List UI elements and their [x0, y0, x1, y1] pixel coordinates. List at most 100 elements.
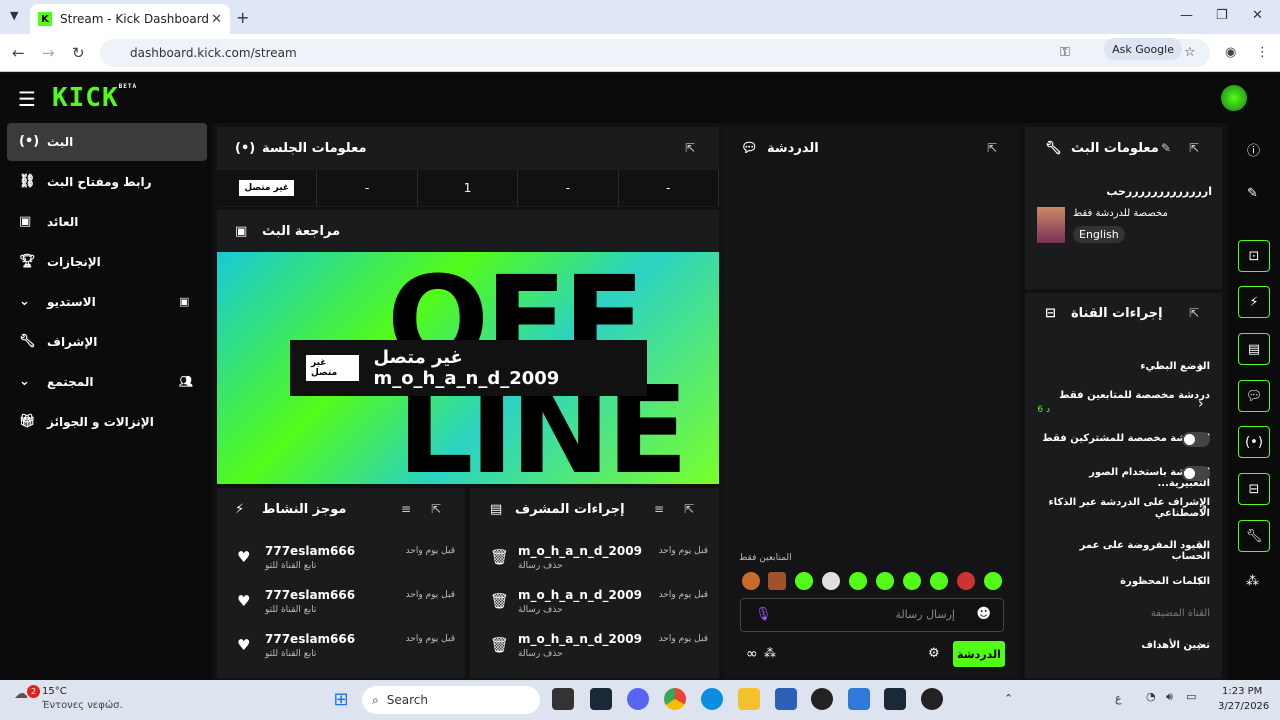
- hamburger-menu-icon[interactable]: ☰: [18, 87, 36, 111]
- sidebar-item-stream[interactable]: (•) البث: [7, 123, 207, 161]
- bookmark-star-icon[interactable]: ☆: [1184, 45, 1196, 60]
- sidebar-item-studio[interactable]: ⌄ الاستديو ▣: [7, 283, 207, 321]
- popout-icon[interactable]: ⇱: [684, 502, 694, 516]
- reload-icon[interactable]: ↻: [72, 44, 85, 62]
- chat-input[interactable]: 🎙︎ إرسال رسالة ☻: [740, 598, 1004, 632]
- account-age-row[interactable]: القيود المفروضة على عمر الحساب: [1038, 540, 1210, 562]
- filter-icon[interactable]: ≡: [654, 502, 664, 516]
- ai-moderation-row[interactable]: الإشراف على الدردشة عبر الذكاء الاصطناعي: [1038, 497, 1210, 519]
- sidebar-item-revenue[interactable]: ▣ العائد: [7, 203, 207, 241]
- subscribers-only-toggle[interactable]: [1182, 432, 1210, 447]
- minimize-icon[interactable]: —: [1180, 8, 1193, 23]
- outlook-icon[interactable]: [848, 688, 870, 710]
- discord-icon[interactable]: [627, 688, 649, 710]
- emote-icon[interactable]: [957, 572, 975, 590]
- key-icon[interactable]: ⚿: [1060, 45, 1070, 60]
- close-window-icon[interactable]: ✕: [1252, 8, 1263, 23]
- dell-icon[interactable]: [811, 688, 833, 710]
- emote-icon[interactable]: [903, 572, 921, 590]
- chevron-up-icon[interactable]: ⌃: [1004, 692, 1013, 705]
- banned-words-row[interactable]: الكلمات المحظورة: [1038, 576, 1210, 587]
- profile-icon[interactable]: ◉: [1225, 45, 1236, 60]
- menu-dots-icon[interactable]: ⋮: [1256, 45, 1269, 60]
- session-stats: غير متصل - 1 - -: [217, 170, 720, 206]
- store-icon[interactable]: [775, 688, 797, 710]
- emote-icon[interactable]: [768, 572, 786, 590]
- emote-icon[interactable]: [930, 572, 948, 590]
- taskbar-search[interactable]: ⌕ Search: [362, 686, 540, 714]
- steam-icon[interactable]: [884, 688, 906, 710]
- back-icon[interactable]: ←: [12, 44, 25, 62]
- stream-preview[interactable]: OFF LINE غير متصل غير متصل m_o_h_a_n_d_2…: [217, 252, 719, 484]
- chevron-right-icon[interactable]: ›: [1198, 638, 1204, 654]
- send-chat-button[interactable]: الدردشة: [953, 641, 1005, 667]
- infinity-icon[interactable]: ∞: [746, 646, 758, 662]
- emote-icon[interactable]: [876, 572, 894, 590]
- filter-icon[interactable]: ≡: [401, 502, 411, 516]
- kick-logo[interactable]: KICKBETA: [52, 83, 137, 113]
- info-icon[interactable]: ⓘ: [1247, 140, 1260, 159]
- url-field[interactable]: dashboard.kick.com/stream: [100, 39, 1210, 67]
- popout-icon[interactable]: ⇱: [1189, 306, 1199, 320]
- emote-icon[interactable]: [849, 572, 867, 590]
- popout-icon[interactable]: ⇱: [1189, 141, 1199, 155]
- screenshot-icon[interactable]: ⊡: [1238, 240, 1270, 272]
- popout-icon[interactable]: ⇱: [987, 141, 997, 155]
- set-goals-row[interactable]: تعيين الأهداف: [1038, 640, 1210, 651]
- slow-mode-row[interactable]: الوضع البطيء: [1038, 361, 1210, 372]
- sidebar-item-community[interactable]: ⌄ المجتمع 👥︎: [7, 363, 207, 401]
- tab-close-icon[interactable]: ✕: [211, 12, 222, 27]
- layout-icon[interactable]: ⊟: [1238, 473, 1270, 505]
- user-avatar[interactable]: [1221, 85, 1247, 111]
- tab-search-icon[interactable]: ▼: [10, 9, 18, 22]
- keyboard-language[interactable]: ع: [1115, 692, 1122, 705]
- chevron-right-icon[interactable]: ›: [1198, 574, 1204, 590]
- taskview-icon[interactable]: [552, 688, 574, 710]
- file-explorer-icon[interactable]: [738, 688, 760, 710]
- steam-icon[interactable]: [590, 688, 612, 710]
- new-tab-button[interactable]: +: [236, 8, 249, 27]
- edit-pencil-icon[interactable]: ✎: [1161, 141, 1171, 155]
- volume-icon[interactable]: 🔊︎: [1166, 690, 1173, 704]
- battery-icon[interactable]: ▭: [1186, 690, 1196, 703]
- sidebar-item-stream-key[interactable]: ⛓ رابط ومفتاح البث: [7, 163, 207, 201]
- clock-date[interactable]: 3/27/2026: [1218, 701, 1269, 712]
- edit-pencil-icon[interactable]: ✎: [1247, 186, 1258, 201]
- popout-icon[interactable]: ⇱: [685, 141, 695, 155]
- chat-bubble-icon[interactable]: 💬︎: [1238, 380, 1270, 412]
- wrench-icon[interactable]: 🔧︎: [1238, 520, 1270, 552]
- external-link-icon[interactable]: ↗: [1198, 502, 1207, 515]
- broadcast-icon[interactable]: (•): [1238, 426, 1270, 458]
- windows-start-icon[interactable]: ⊞: [330, 688, 352, 710]
- emote-icon[interactable]: [795, 572, 813, 590]
- sidebar-item-moderation[interactable]: 🔧︎ الإشراف: [7, 323, 207, 361]
- sidebar-item-achievements[interactable]: 🏆︎ الإنجازات: [7, 243, 207, 281]
- emote-icon[interactable]: [822, 572, 840, 590]
- followers-only-row[interactable]: دردشة مخصصة للمتابعين فقط: [1038, 390, 1210, 401]
- edge-icon[interactable]: [701, 688, 723, 710]
- share-icon[interactable]: ⁂: [1246, 574, 1259, 589]
- share-icon[interactable]: ⁂: [764, 646, 776, 660]
- microphone-icon[interactable]: 🎙︎: [755, 607, 772, 622]
- ask-google-button[interactable]: Ask Google: [1104, 38, 1182, 60]
- sidebar-item-drops[interactable]: 🎁︎ الإنزالات و الجوائز: [7, 403, 207, 441]
- bolt-icon[interactable]: ⚡︎: [1238, 286, 1270, 318]
- settings-gear-icon[interactable]: ⚙: [928, 646, 940, 661]
- emote-only-toggle[interactable]: [1182, 466, 1210, 481]
- chevron-right-icon[interactable]: ›: [1198, 396, 1204, 412]
- forward-icon[interactable]: →: [42, 44, 55, 62]
- document-icon[interactable]: ▤: [1238, 333, 1270, 365]
- chevron-right-icon[interactable]: ›: [1198, 538, 1204, 554]
- emote-icon[interactable]: [984, 572, 1002, 590]
- clock-time[interactable]: 1:23 PM: [1222, 686, 1262, 697]
- popout-icon[interactable]: ⇱: [431, 502, 441, 516]
- chrome-icon[interactable]: [664, 688, 686, 710]
- wifi-icon[interactable]: ◔: [1146, 690, 1156, 703]
- browser-tab[interactable]: K Stream - Kick Dashboard ✕: [30, 4, 230, 34]
- emoji-icon[interactable]: ☻: [976, 606, 991, 622]
- chevron-right-icon[interactable]: ›: [1198, 359, 1204, 375]
- weather-icon[interactable]: ☁: [14, 686, 28, 702]
- obs-icon[interactable]: [921, 688, 943, 710]
- maximize-icon[interactable]: ❐: [1216, 8, 1228, 23]
- emote-icon[interactable]: [742, 572, 760, 590]
